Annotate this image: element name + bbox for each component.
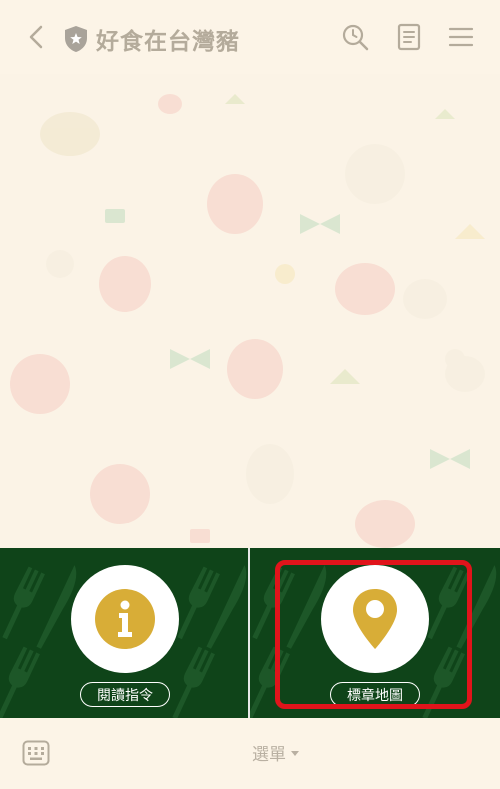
badge-map-label: 標章地圖: [330, 682, 420, 707]
badge-map-circle[interactable]: [321, 565, 429, 673]
chat-wallpaper: [10, 94, 485, 548]
chat-title: 好食在台灣豬: [96, 29, 240, 55]
keyboard-icon[interactable]: [22, 740, 50, 766]
hamburger-menu-icon[interactable]: [446, 22, 476, 52]
menu-toggle-label: 選單: [252, 745, 286, 765]
clock-search-icon[interactable]: [340, 22, 370, 52]
caret-down-icon: [291, 751, 299, 756]
shield-star-icon: [65, 26, 87, 52]
instructions-circle[interactable]: [71, 565, 179, 673]
rich-menu-item-badge-map[interactable]: 標章地圖: [250, 548, 500, 718]
notes-icon[interactable]: [394, 22, 424, 52]
rich-menu-item-instructions[interactable]: 閱讀指令: [0, 548, 250, 718]
chat-header: 好食在台灣豬: [0, 0, 500, 74]
menu-toggle-button[interactable]: 選單: [252, 740, 299, 765]
info-icon: [95, 589, 155, 649]
rich-menu: 閱讀指令 標章地圖: [0, 548, 500, 718]
chat-area[interactable]: [0, 74, 500, 548]
chevron-left-icon[interactable]: [22, 22, 52, 52]
instructions-label: 閱讀指令: [80, 682, 170, 707]
map-pin-icon: [353, 589, 397, 649]
bottom-bar: [0, 718, 500, 789]
